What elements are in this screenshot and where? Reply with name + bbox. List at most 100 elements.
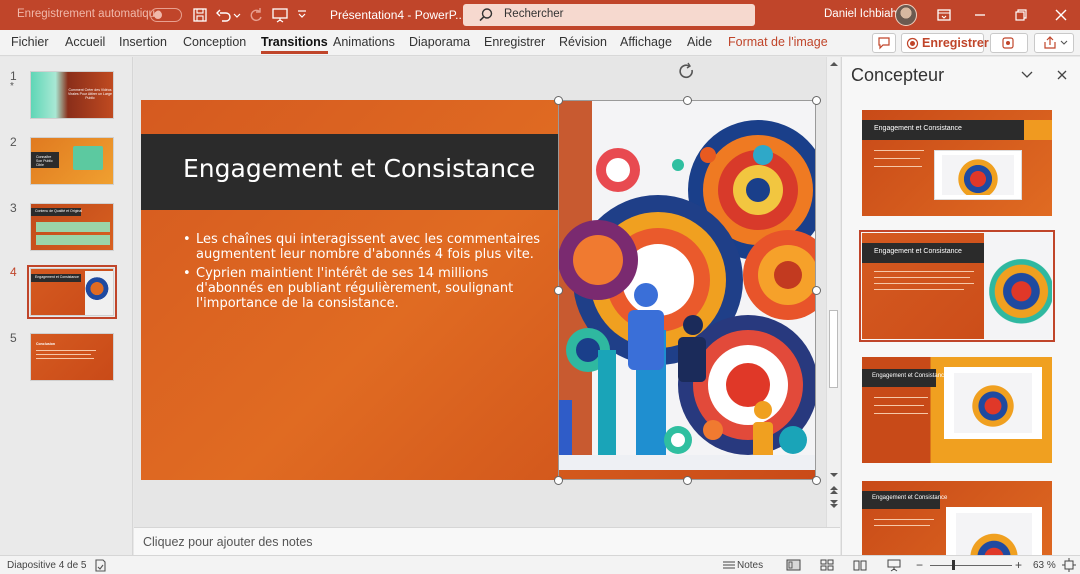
next-slide-icon[interactable] [829, 498, 839, 510]
bullet-item-2: Cyprien maintient l'intérêt de ses 14 mi… [183, 266, 553, 311]
zoom-level[interactable]: 63 % [1033, 560, 1056, 571]
undo-dropdown-icon[interactable] [232, 6, 242, 24]
tab-aide[interactable]: Aide [687, 35, 712, 49]
redo-icon[interactable] [247, 6, 265, 24]
tab-transitions[interactable]: Transitions [261, 35, 328, 54]
slideshow-icon[interactable] [886, 559, 902, 572]
title-band: Engagement et Consistance [141, 134, 581, 210]
slide-thumbnail-2[interactable]: Connaître Son Public Cible [30, 137, 114, 185]
resize-handle-left[interactable] [554, 286, 563, 295]
record-icon [906, 37, 919, 50]
scroll-down-icon[interactable] [829, 471, 839, 479]
record-save-label: Enregistrer [922, 36, 989, 50]
rotate-handle-icon[interactable] [677, 62, 697, 82]
bullet-list[interactable]: Les chaînes qui interagissent avec les c… [183, 232, 553, 315]
thumb-number-2: 2 [10, 135, 17, 149]
design-idea-4[interactable]: Engagement et Consistance [862, 481, 1052, 555]
present-icon[interactable] [271, 6, 289, 24]
chevron-down-icon[interactable] [1020, 68, 1034, 82]
zoom-out-button[interactable]: − [916, 558, 923, 572]
slide-title[interactable]: Engagement et Consistance [183, 154, 535, 183]
tab-animations[interactable]: Animations [333, 35, 395, 49]
zoom-slider-thumb[interactable] [952, 560, 955, 570]
tab-fichier[interactable]: Fichier [11, 35, 49, 49]
thumb-title-4: Engagement et Consistance [35, 275, 79, 279]
close-pane-icon[interactable] [1055, 68, 1069, 82]
previous-slide-icon[interactable] [829, 484, 839, 496]
resize-handle-right[interactable] [812, 286, 821, 295]
tab-enregistrer[interactable]: Enregistrer [484, 35, 545, 49]
search-label: Rechercher [504, 8, 564, 20]
share-icon [1044, 36, 1068, 49]
notes-placeholder: Cliquez pour ajouter des notes [143, 535, 313, 549]
restore-icon[interactable] [1012, 6, 1030, 24]
status-bar: Diapositive 4 de 5 Notes − + 63 % [0, 555, 1080, 574]
notes-icon[interactable] [722, 560, 736, 571]
customize-qat-icon[interactable] [296, 6, 308, 24]
autosave-toggle[interactable] [150, 8, 182, 22]
tab-format-image[interactable]: Format de l'image [728, 35, 828, 49]
slide-thumbnail-4[interactable]: Engagement et Consistance [27, 265, 117, 319]
slide-thumbnail-1[interactable]: Comment Créer des Vidéos Virales Pour At… [30, 71, 114, 119]
thumb-star-marker: * [10, 81, 14, 92]
notes-pane[interactable]: Cliquez pour ajouter des notes [134, 527, 840, 555]
tab-revision[interactable]: Révision [559, 35, 607, 49]
resize-handle-bottom-right[interactable] [812, 476, 821, 485]
thumb-title-1: Comment Créer des Vidéos Virales Pour At… [68, 88, 112, 101]
thumb-number-3: 3 [10, 201, 17, 215]
zoom-in-button[interactable]: + [1015, 558, 1022, 572]
undo-icon[interactable] [215, 6, 233, 24]
minimize-icon[interactable] [971, 6, 989, 24]
design-idea-1[interactable]: Engagement et Consistance [862, 110, 1052, 216]
tab-affichage[interactable]: Affichage [620, 35, 672, 49]
design-card-title-2: Engagement et Consistance [874, 248, 962, 255]
notes-toggle[interactable]: Notes [737, 560, 763, 571]
close-icon[interactable] [1052, 6, 1070, 24]
tab-insertion[interactable]: Insertion [119, 35, 167, 49]
ribbon-tabs: Fichier Accueil Insertion Conception Tra… [0, 30, 1080, 56]
design-card-title-3: Engagement et Consistance [872, 373, 948, 379]
slide-thumbnail-3[interactable]: Contenu de Qualité et Original [30, 203, 114, 251]
accessibility-icon[interactable] [93, 559, 107, 572]
scroll-thumb[interactable] [829, 310, 838, 388]
design-idea-3[interactable]: Engagement et Consistance [862, 357, 1052, 463]
title-bar: Enregistrement automatique Présentation4… [0, 0, 1080, 30]
teams-button[interactable] [990, 33, 1028, 53]
scroll-up-icon[interactable] [829, 60, 839, 68]
search-icon [479, 8, 493, 22]
record-save-button[interactable]: Enregistrer [901, 33, 989, 53]
resize-handle-top-right[interactable] [812, 96, 821, 105]
document-title: Présentation4 - PowerP... [330, 8, 466, 22]
thumb-number-4: 4 [10, 265, 17, 279]
avatar[interactable] [895, 4, 917, 26]
zoom-slider[interactable] [930, 565, 1012, 566]
ribbon-display-icon[interactable] [935, 6, 953, 24]
bullet-item-1: Les chaînes qui interagissent avec les c… [183, 232, 553, 262]
save-icon[interactable] [191, 6, 209, 24]
thumb-title-2: Connaître Son Public Cible [36, 155, 53, 168]
design-idea-2[interactable]: Engagement et Consistance [859, 230, 1055, 342]
thumb-number-5: 5 [10, 331, 17, 345]
resize-handle-bottom[interactable] [683, 476, 692, 485]
resize-handle-top-left[interactable] [554, 96, 563, 105]
slide-thumbnail-5[interactable]: Conclusion [30, 333, 114, 381]
tab-accueil[interactable]: Accueil [65, 35, 105, 49]
slide-thumbnail-pane: 1 * Comment Créer des Vidéos Virales Pou… [0, 57, 133, 555]
search-box[interactable]: Rechercher [463, 4, 755, 26]
normal-view-icon[interactable] [786, 559, 801, 571]
resize-handle-top[interactable] [683, 96, 692, 105]
slide-counter: Diapositive 4 de 5 [7, 560, 87, 571]
resize-handle-bottom-left[interactable] [554, 476, 563, 485]
share-button[interactable] [1034, 33, 1074, 53]
vertical-scrollbar[interactable] [826, 57, 840, 527]
user-name[interactable]: Daniel Ichbiah [824, 8, 897, 20]
design-card-title-1: Engagement et Consistance [874, 125, 962, 132]
fit-to-window-icon[interactable] [1062, 558, 1076, 572]
tab-diaporama[interactable]: Diaporama [409, 35, 470, 49]
tab-conception[interactable]: Conception [183, 35, 246, 49]
comments-button[interactable] [872, 33, 896, 53]
slide-picture[interactable] [558, 100, 816, 470]
comment-icon [878, 37, 890, 50]
slide-sorter-icon[interactable] [820, 559, 834, 571]
reading-view-icon[interactable] [853, 559, 867, 571]
